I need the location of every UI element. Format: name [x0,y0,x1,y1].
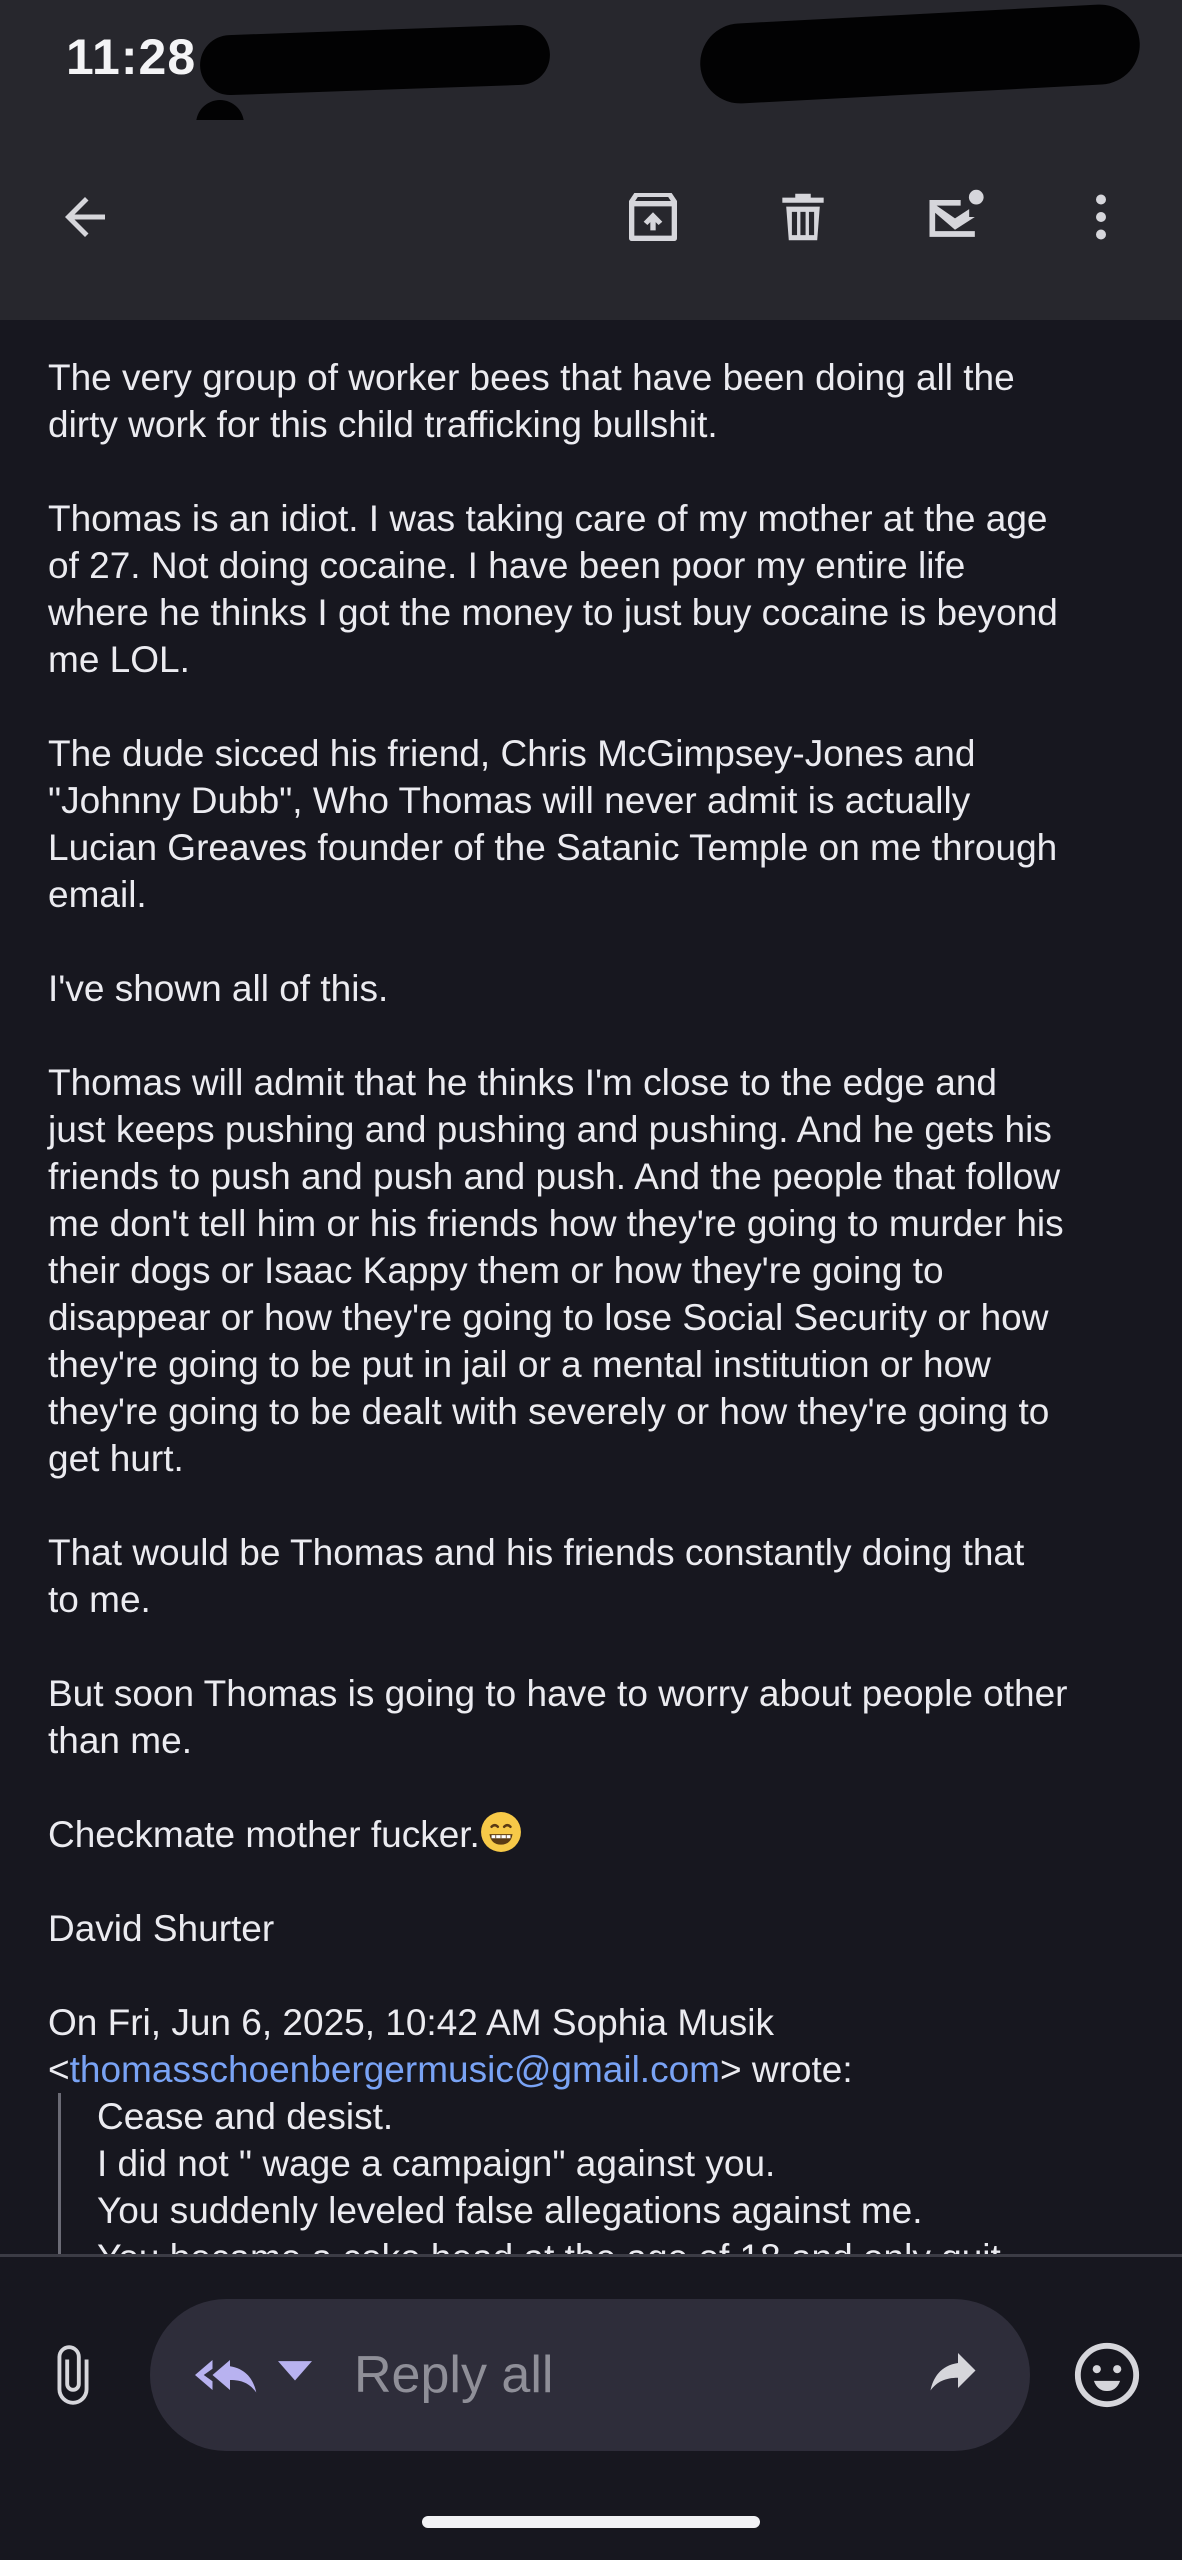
status-time: 11:28 [66,29,197,85]
paperclip-icon [57,2345,89,2405]
redaction-mark [199,23,551,97]
message-signature: David Shurter [48,1908,275,1949]
mail-unread-icon [929,189,984,237]
redaction-mark [698,2,1142,106]
more-options-button[interactable] [1056,172,1146,262]
quoted-message: Cease and desist. I did not " wage a cam… [58,2093,1148,2254]
message-paragraph: I've shown all of this. [48,968,389,1009]
emoji-button[interactable] [1062,2330,1152,2420]
message-paragraph-with-emoji: Checkmate mother fucker. [48,1811,1148,1858]
quoted-line: You became a coke head at the age of 18 … [97,2234,1148,2254]
more-vert-icon [1096,194,1106,240]
quoted-line: Cease and desist. [97,2096,394,2137]
message-paragraph: Thomas is an idiot. I was taking care of… [48,498,1058,680]
quoted-line: I did not " wage a campaign" against you… [97,2143,776,2184]
message-body: The very group of worker bees that have … [0,320,1182,2254]
message-paragraph: That would be Thomas and his friends con… [48,1532,1025,1620]
back-button[interactable] [40,172,130,262]
attach-button[interactable] [28,2330,118,2420]
message-toolbar [0,120,1182,320]
quote-sender-line: <thomasschoenbergermusic@gmail.com> wrot… [48,2046,1148,2093]
archive-button[interactable] [608,172,698,262]
arrow-left-icon [65,197,105,237]
caret-down-icon[interactable] [278,2361,312,2383]
quoted-line: You suddenly leveled false allegations a… [97,2190,923,2231]
reply-all-label: Reply all [354,2346,554,2404]
home-indicator[interactable] [422,2516,760,2528]
compose-bar: Reply all [0,2257,1182,2560]
grinning-face-emoji [480,1812,521,1852]
mark-unread-button[interactable] [910,172,1000,262]
quote-wrote: > wrote: [719,2049,853,2090]
reply-all-field[interactable]: Reply all [150,2299,1030,2451]
quote-intro: On Fri, Jun 6, 2025, 10:42 AM Sophia Mus… [48,2002,774,2043]
message-paragraph: The very group of worker bees that have … [48,357,1015,445]
sender-email-link[interactable]: thomasschoenbergermusic@gmail.com [70,2049,720,2090]
status-bar: 11:28 [0,0,1182,148]
message-paragraph: But soon Thomas is going to have to worr… [48,1673,1068,1761]
message-paragraph: The dude sicced his friend, Chris McGimp… [48,733,1058,915]
quote-header: On Fri, Jun 6, 2025, 10:42 AM Sophia Mus… [48,1999,1148,2093]
delete-button[interactable] [758,172,848,262]
smiley-icon [1074,2342,1140,2408]
quote-bracket-open: < [48,2049,70,2090]
forward-icon[interactable] [920,2343,986,2403]
reply-all-icon [195,2360,257,2393]
message-paragraph: Thomas will admit that he thinks I'm clo… [48,1062,1064,1479]
trash-icon [782,193,824,241]
archive-icon [629,193,677,241]
message-text: The very group of worker bees that have … [48,354,1148,2254]
message-text-checkmate: Checkmate mother fucker. [48,1814,480,1855]
